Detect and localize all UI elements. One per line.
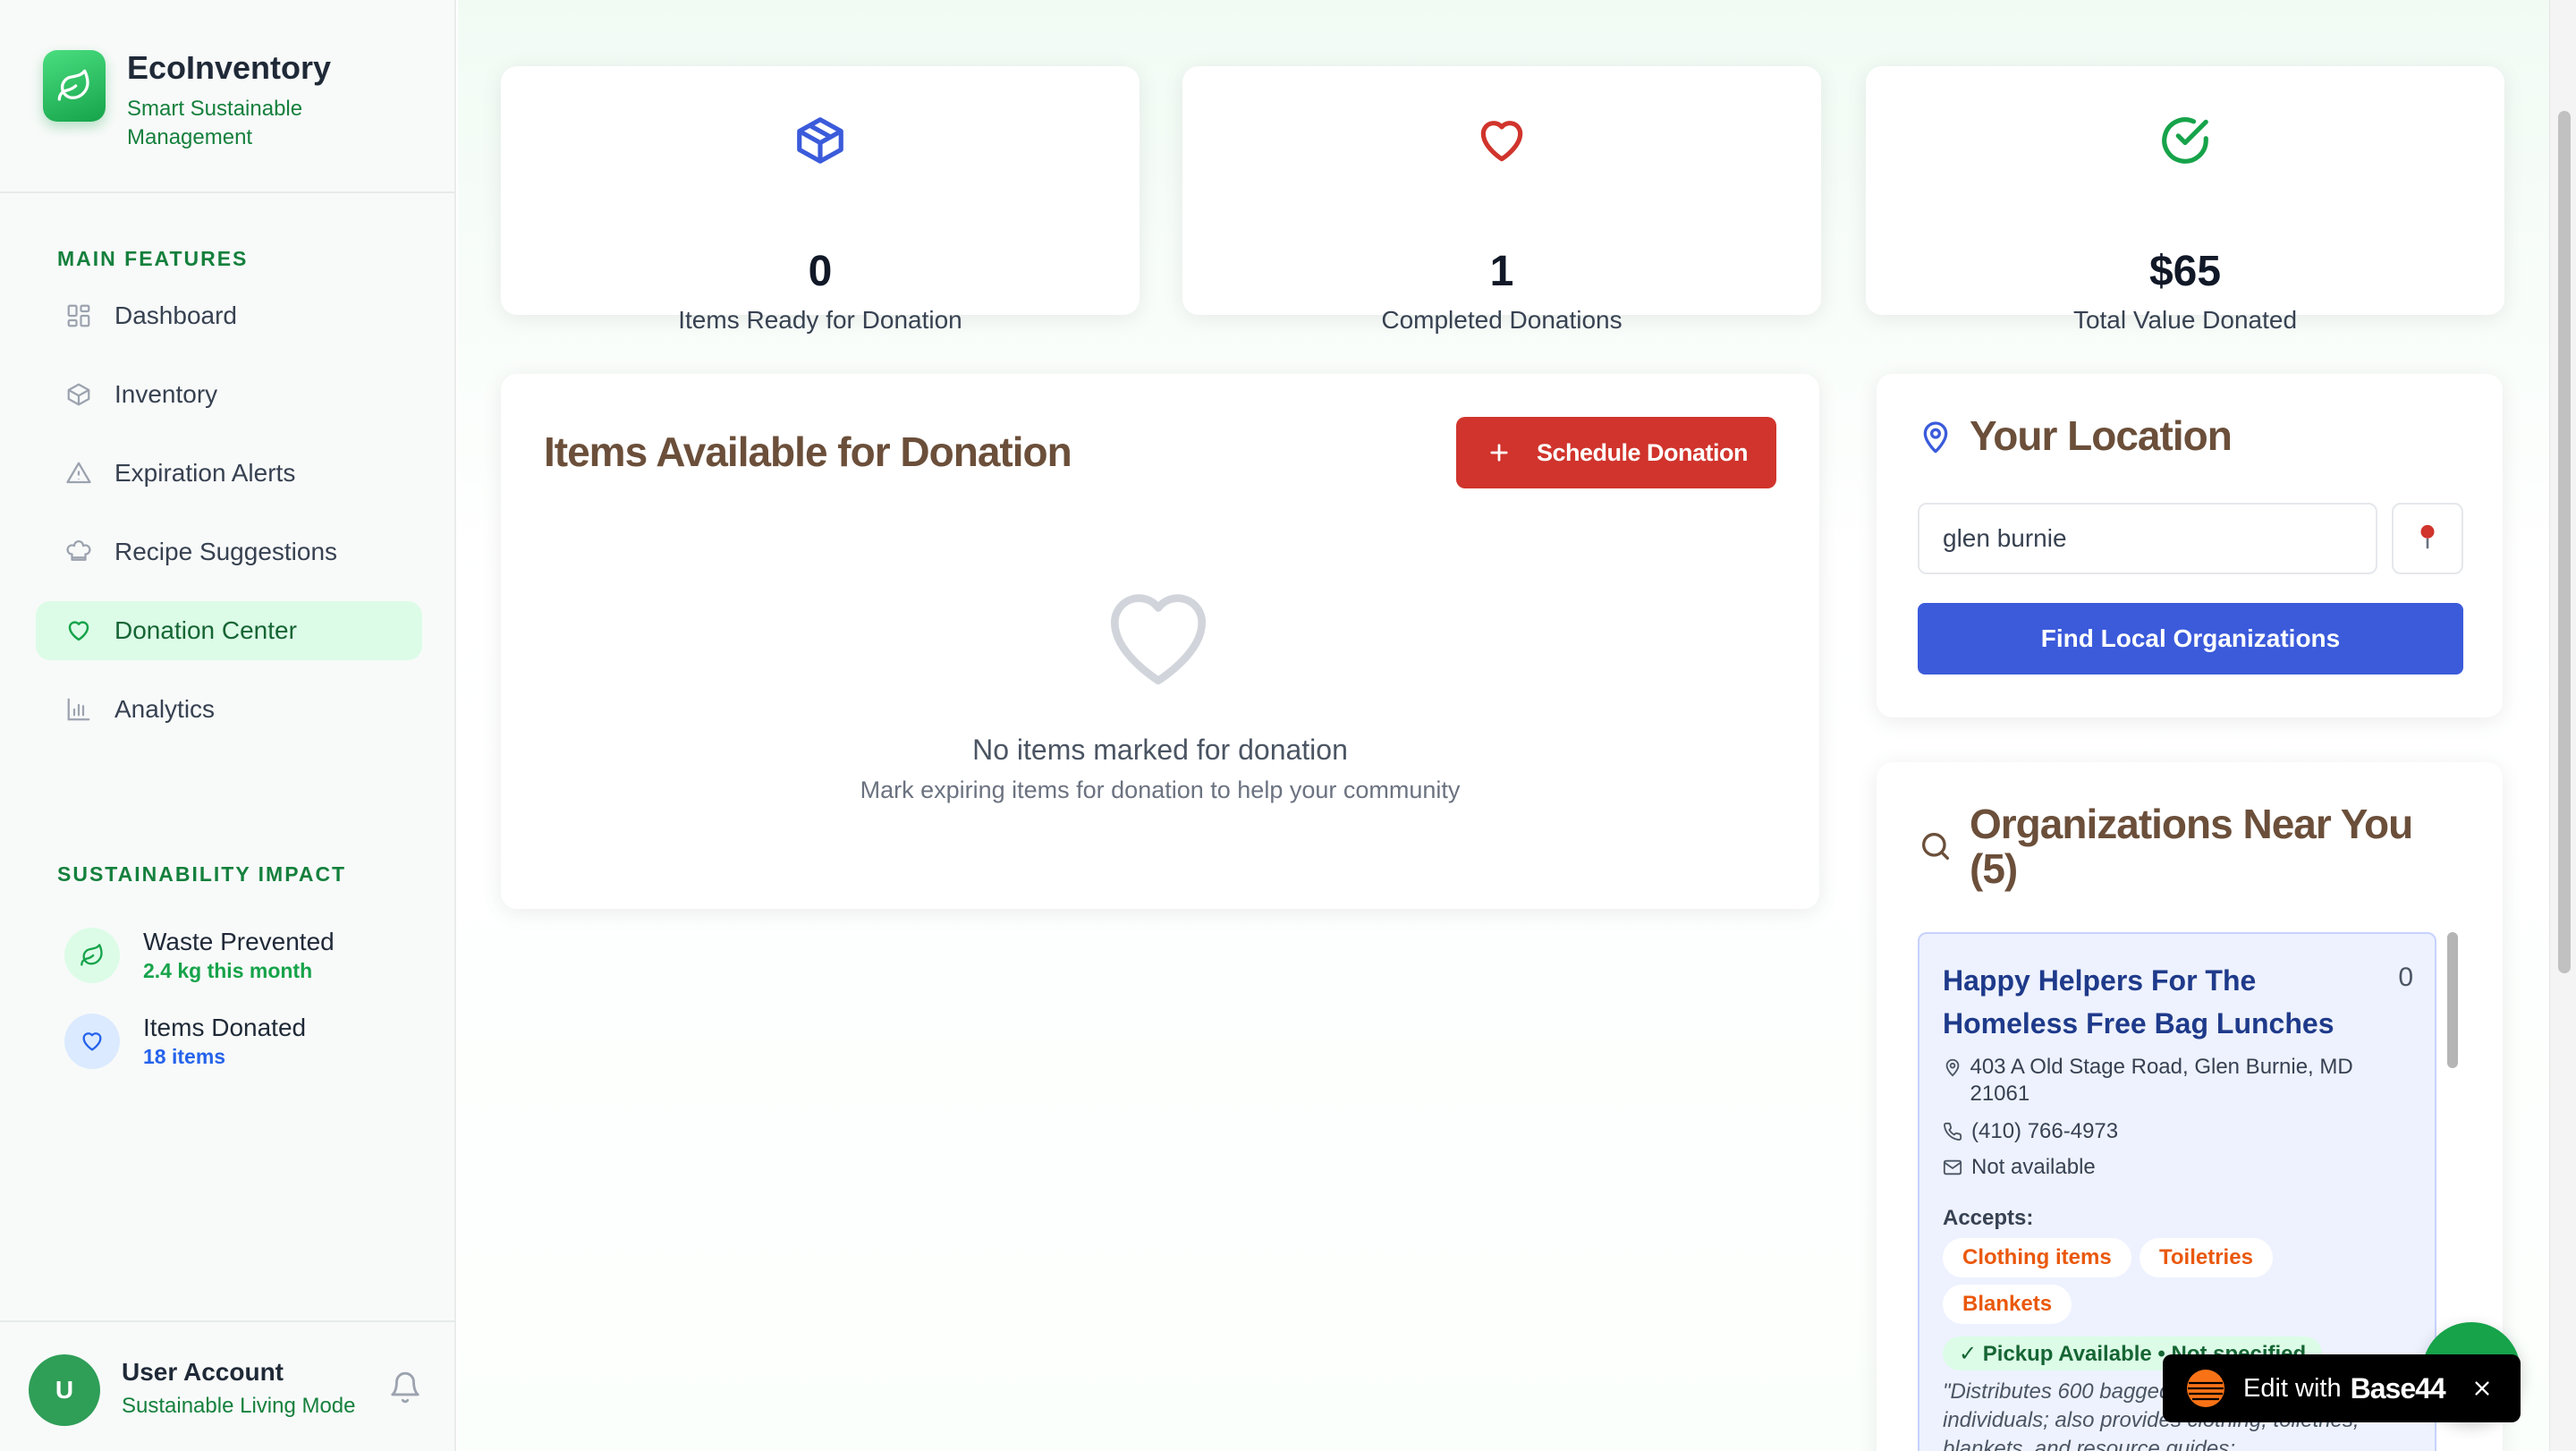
brand-tagline: Smart Sustainable Management (127, 97, 303, 149)
mail-icon (1943, 1154, 1964, 1181)
email-text: Not available (1971, 1155, 2096, 1179)
pushpin-icon (2417, 523, 2438, 555)
brand[interactable]: EcoInventory Smart Sustainable Managemen… (43, 50, 342, 152)
close-icon[interactable] (2472, 1379, 2492, 1398)
plus-icon (1487, 440, 1512, 465)
box-icon (792, 113, 848, 173)
find-local-organizations-button[interactable]: Find Local Organizations (1918, 603, 2463, 675)
location-title: Your Location (1970, 412, 2233, 459)
warning-icon (64, 459, 93, 488)
impact-items-donated: Items Donated 18 items (64, 1013, 306, 1070)
phone-icon (1943, 1118, 1964, 1145)
map-pin-icon (1943, 1054, 1962, 1107)
stat-value: 0 (808, 248, 833, 295)
chef-hat-icon (64, 538, 93, 566)
impact-title: Items Donated (143, 1014, 307, 1041)
empty-state-title: No items marked for donation (972, 734, 1348, 766)
donation-items-panel: Items Available for Donation Schedule Do… (501, 374, 1819, 909)
box-icon (64, 380, 93, 409)
accept-tag: Clothing items (1943, 1238, 2131, 1277)
main-content: 0 Items Ready for Donation 1 Completed D… (458, 0, 2549, 1451)
impact-value: 2.4 kg this month (143, 959, 313, 982)
edit-with-base44-toast[interactable]: Edit with Base44 (2163, 1354, 2521, 1422)
organization-phone[interactable]: (410) 766-4973 (1943, 1118, 2118, 1145)
base44-logo-icon (2186, 1369, 2225, 1408)
bell-icon[interactable] (388, 1370, 422, 1409)
use-current-location-button[interactable] (2392, 503, 2463, 574)
leaf-icon (64, 928, 120, 983)
leaf-icon (43, 50, 106, 122)
sidebar-item-label: Inventory (114, 380, 218, 408)
impact-title: Waste Prevented (143, 928, 335, 955)
avatar[interactable]: U (29, 1354, 100, 1426)
accepts-label: Accepts: (1943, 1206, 2034, 1230)
user-account: U User Account Sustainable Living Mode (0, 1320, 454, 1451)
sidebar-item-label: Recipe Suggestions (114, 538, 338, 565)
sidebar-item-donation-center[interactable]: Donation Center (36, 601, 422, 660)
sidebar-item-label: Donation Center (114, 616, 297, 644)
organization-name[interactable]: Happy Helpers For The Homeless Free Bag … (1943, 959, 2336, 1045)
accept-tag: Toiletries (2140, 1238, 2273, 1277)
page-scrollbar-thumb[interactable] (2558, 111, 2571, 973)
stat-value: $65 (2148, 248, 2222, 295)
sidebar-item-label: Dashboard (114, 301, 237, 329)
divider (0, 191, 454, 193)
page-scrollbar[interactable] (2549, 0, 2576, 1451)
empty-state-subtitle: Mark expiring items for donation to help… (860, 776, 1461, 803)
organization-email: Not available (1943, 1154, 2096, 1181)
brand-name: EcoInventory (127, 49, 332, 86)
search-icon (1918, 828, 1953, 869)
scrollbar-thumb[interactable] (2447, 932, 2458, 1068)
panel-title: Items Available for Donation (544, 429, 1072, 475)
main-features-label: MAIN FEATURES (57, 247, 249, 270)
sidebar-item-label: Analytics (114, 695, 216, 723)
schedule-donation-button[interactable]: Schedule Donation (1456, 417, 1776, 488)
toast-label: Edit with (2243, 1373, 2342, 1403)
sidebar: EcoInventory Smart Sustainable Managemen… (0, 0, 456, 1451)
sidebar-item-analytics[interactable]: Analytics (36, 680, 422, 739)
sidebar-item-recipe-suggestions[interactable]: Recipe Suggestions (36, 522, 422, 581)
stat-card-total-value: $65 Total Value Donated (1866, 66, 2504, 334)
toast-brand: Base44 (2350, 1371, 2446, 1404)
sustainability-impact-label: SUSTAINABILITY IMPACT (57, 862, 347, 886)
organizations-title: Organizations Near You (5) (1970, 801, 2413, 892)
location-input[interactable]: glen burnie (1918, 503, 2377, 574)
impact-waste-prevented: Waste Prevented 2.4 kg this month (64, 927, 335, 984)
accept-tag: Blankets (1943, 1285, 2072, 1324)
stat-label: Total Value Donated (2072, 306, 2298, 334)
heart-icon (1474, 113, 1530, 173)
stat-value: 1 (1489, 248, 1514, 295)
sidebar-item-label: Expiration Alerts (114, 459, 296, 487)
organizations-card: Organizations Near You (5) Happy Helpers… (1877, 762, 2503, 1451)
heart-icon (64, 1014, 120, 1069)
sidebar-item-expiration-alerts[interactable]: Expiration Alerts (36, 444, 422, 503)
user-mode: Sustainable Living Mode (122, 1394, 356, 1418)
sidebar-item-inventory[interactable]: Inventory (36, 365, 422, 424)
map-pin-icon (1918, 417, 1953, 461)
user-name: User Account (122, 1358, 284, 1386)
impact-value: 18 items (143, 1045, 226, 1068)
grid-icon (64, 301, 93, 330)
heart-icon (64, 616, 93, 645)
organization-address: 403 A Old Stage Road, Glen Burnie, MD 21… (1943, 1054, 2390, 1107)
bar-chart-icon (64, 695, 93, 724)
phone-text: (410) 766-4973 (1971, 1119, 2119, 1143)
stat-label: Items Ready for Donation (678, 306, 962, 334)
heart-outline-icon (1100, 583, 1216, 695)
button-label: Schedule Donation (1537, 438, 1749, 466)
check-circle-icon (2157, 113, 2213, 173)
stat-card-items-ready: 0 Items Ready for Donation (501, 66, 1140, 334)
sidebar-item-dashboard[interactable]: Dashboard (36, 286, 422, 345)
organization-count: 0 (2398, 963, 2413, 992)
location-card: Your Location glen burnie Find Local Org… (1877, 374, 2503, 717)
address-text: 403 A Old Stage Road, Glen Burnie, MD 21… (1970, 1055, 2353, 1106)
stat-label: Completed Donations (1381, 306, 1623, 334)
stat-card-completed-donations: 1 Completed Donations (1182, 66, 1821, 334)
